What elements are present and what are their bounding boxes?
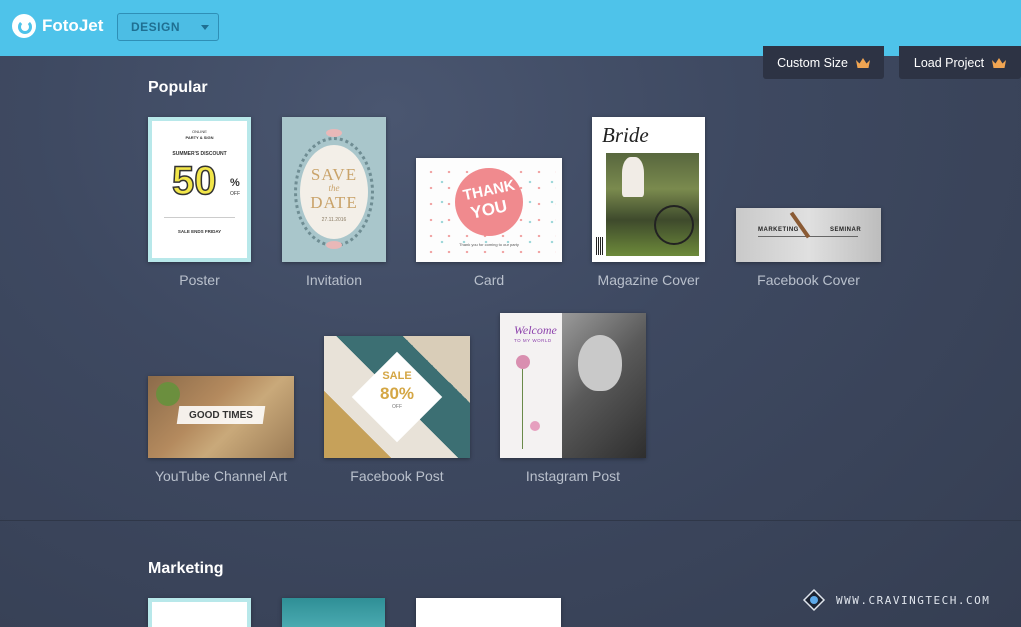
fotojet-logo-icon (12, 14, 36, 38)
fb-post-sale: SALE (382, 370, 412, 382)
section-title-marketing: Marketing (148, 560, 224, 577)
fotojet-logo[interactable]: FotoJet (12, 14, 103, 38)
fb-cover-marketing: MARKETING (758, 227, 799, 233)
watermark: WWW.CRAVINGTECH.COM (800, 588, 990, 612)
marketing-thumbnail-1 (148, 598, 251, 627)
facebook-post-thumbnail: SALE 80% OFF (324, 336, 470, 458)
template-label: Facebook Post (350, 468, 444, 484)
load-project-button[interactable]: Load Project (899, 46, 1021, 79)
magazine-thumbnail: Bride (592, 117, 705, 262)
template-label: Magazine Cover (592, 272, 705, 288)
template-label: Card (473, 272, 505, 288)
magazine-title: Bride (602, 123, 649, 147)
watermark-text: WWW.CRAVINGTECH.COM (836, 593, 991, 607)
section-divider (0, 520, 1021, 521)
marketing-thumbnail-2 (282, 598, 385, 627)
poster-small-text: PARTY & SIGN (185, 135, 214, 140)
instagram-post-thumbnail: Welcome TO MY WORLD (500, 313, 646, 458)
ig-post-welcome: Welcome (514, 323, 557, 337)
invitation-the: the (328, 183, 340, 193)
fb-post-off: OFF (392, 404, 402, 410)
facebook-cover-thumbnail: MARKETING SEMINAR (736, 208, 881, 262)
template-label-text: Magazine Cover (597, 272, 700, 288)
cravingtech-logo-icon (802, 588, 826, 612)
template-label: Instagram Post (525, 468, 621, 484)
card-thumbnail: THANK YOU Thank you for coming to our pa… (416, 158, 562, 262)
template-label: YouTube Channel Art (154, 468, 288, 484)
card-message: Thank you for coming to our party (459, 242, 519, 247)
youtube-art-title: GOOD TIMES (189, 410, 253, 421)
poster-percent: % (230, 177, 240, 189)
template-label: Facebook Cover (757, 272, 860, 288)
youtube-art-thumbnail: GOOD TIMES (148, 376, 294, 458)
custom-size-label: Custom Size (777, 55, 848, 70)
custom-size-button[interactable]: Custom Size (763, 46, 884, 79)
invitation-save: SAVE (310, 165, 358, 184)
load-project-label: Load Project (913, 55, 985, 70)
fb-post-percent: 80% (379, 384, 415, 403)
poster-thumbnail: ONLINE PARTY & SIGN SUMMER'S DISCOUNT 50… (148, 117, 251, 262)
poster-off: OFF (230, 191, 240, 197)
invitation-date: 27.11.2016 (321, 217, 347, 223)
template-label: Invitation (305, 272, 363, 288)
poster-big-number: 50 (171, 158, 217, 204)
poster-small-text: ONLINE (192, 129, 207, 134)
ig-post-subtitle: TO MY WORLD (514, 338, 552, 343)
crown-icon (855, 57, 870, 68)
mode-select[interactable]: DESIGN (117, 13, 219, 41)
section-title-popular: Popular (148, 79, 208, 96)
invitation-thumbnail: SAVE the DATE 27.11.2016 (282, 117, 386, 262)
mode-select-value: DESIGN (131, 20, 181, 34)
app-name: FotoJet (42, 16, 104, 35)
marketing-thumbnail-3 (416, 598, 561, 627)
template-label: Poster (179, 272, 220, 288)
poster-sale-text: SALE ENDS FRIDAY (177, 229, 222, 234)
fb-cover-seminar: SEMINAR (830, 227, 862, 233)
caret-down-icon (201, 24, 209, 30)
poster-discount-text: SUMMER'S DISCOUNT (172, 151, 227, 157)
invitation-date-word: DATE (310, 193, 358, 212)
crown-icon (992, 57, 1007, 68)
